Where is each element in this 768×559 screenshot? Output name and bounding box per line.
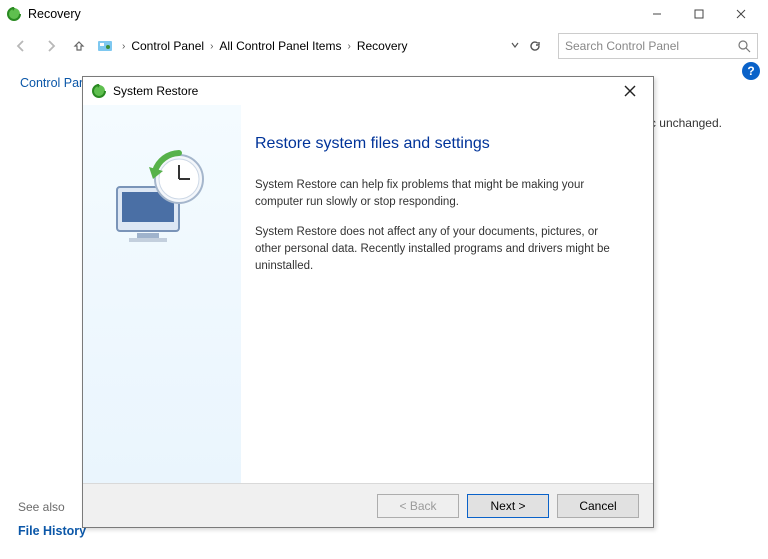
see-also-heading: See also xyxy=(18,500,65,514)
recovery-icon xyxy=(6,6,22,22)
nav-up-button[interactable] xyxy=(70,37,88,55)
nav-back-button[interactable] xyxy=(10,35,32,57)
address-dropdown-icon[interactable] xyxy=(510,39,520,53)
chevron-right-icon: › xyxy=(122,41,125,52)
system-restore-illustration-icon xyxy=(107,145,217,258)
chevron-right-icon: › xyxy=(347,41,350,52)
dialog-title: System Restore xyxy=(113,84,198,98)
crumb-all-items[interactable]: All Control Panel Items xyxy=(217,37,343,55)
cancel-button[interactable]: Cancel xyxy=(557,494,639,518)
file-history-link[interactable]: File History xyxy=(18,524,86,538)
next-button[interactable]: Next > xyxy=(467,494,549,518)
window-title: Recovery xyxy=(28,7,81,21)
system-restore-icon xyxy=(91,83,107,99)
dialog-close-button[interactable] xyxy=(615,79,645,103)
dialog-heading: Restore system files and settings xyxy=(255,135,627,153)
window-minimize-button[interactable] xyxy=(636,1,678,27)
breadcrumb: › Control Panel › All Control Panel Item… xyxy=(122,37,550,55)
window-maximize-button[interactable] xyxy=(678,1,720,27)
back-button: < Back xyxy=(377,494,459,518)
dialog-titlebar: System Restore xyxy=(83,77,653,105)
chevron-right-icon: › xyxy=(210,41,213,52)
window-close-button[interactable] xyxy=(720,1,762,27)
search-placeholder: Search Control Panel xyxy=(565,39,679,53)
search-input[interactable]: Search Control Panel xyxy=(558,33,758,59)
dialog-footer: < Back Next > Cancel xyxy=(83,483,653,527)
dialog-main-panel: Restore system files and settings System… xyxy=(241,105,653,483)
window-buttons xyxy=(636,1,762,27)
refresh-button[interactable] xyxy=(526,37,544,55)
recovery-titlebar: Recovery xyxy=(0,0,768,28)
search-icon xyxy=(737,39,751,53)
system-restore-dialog: System Restore xyxy=(82,76,654,528)
dialog-paragraph-2: System Restore does not affect any of yo… xyxy=(255,224,627,274)
crumb-recovery[interactable]: Recovery xyxy=(355,37,410,55)
background-text-fragment: ic unchanged. xyxy=(647,116,722,130)
address-bar: › Control Panel › All Control Panel Item… xyxy=(0,28,768,64)
nav-forward-button[interactable] xyxy=(40,35,62,57)
dialog-paragraph-1: System Restore can help fix problems tha… xyxy=(255,177,627,210)
crumb-control-panel[interactable]: Control Panel xyxy=(129,37,206,55)
dialog-body: Restore system files and settings System… xyxy=(83,105,653,483)
control-panel-icon xyxy=(96,37,114,55)
dialog-illustration-panel xyxy=(83,105,241,483)
